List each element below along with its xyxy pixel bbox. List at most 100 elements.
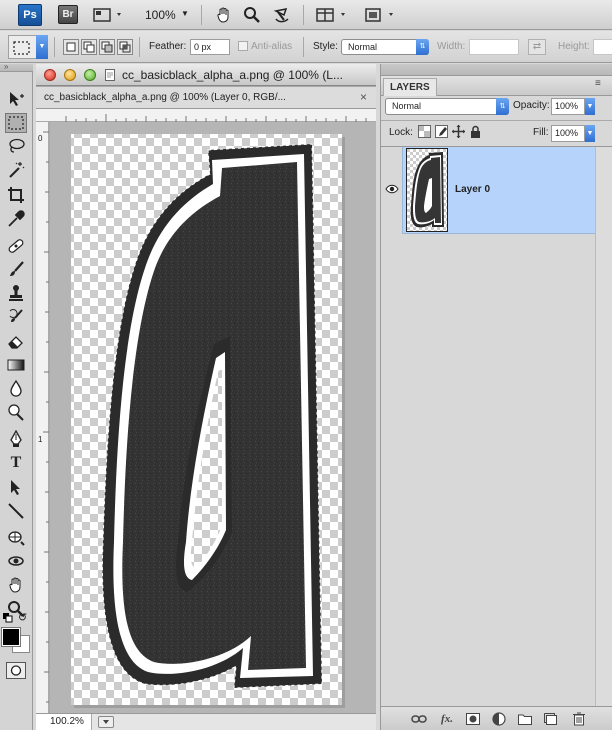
line-tool-icon[interactable] <box>5 501 27 521</box>
opacity-input[interactable]: 100% <box>551 98 585 115</box>
screen-mode-button[interactable] <box>364 5 398 25</box>
marquee-tool-icon[interactable] <box>5 113 27 133</box>
document-tab[interactable]: cc_basicblack_alpha_a.png @ 100% (Layer … <box>36 87 376 109</box>
lock-image-pixels-icon[interactable] <box>435 125 448 138</box>
document-proxy-icon <box>105 69 115 81</box>
horizontal-ruler[interactable] <box>36 109 376 122</box>
antialias-checkbox[interactable] <box>238 41 248 51</box>
layer-style-icon[interactable]: fx. <box>439 712 455 726</box>
lock-position-icon[interactable] <box>452 125 465 138</box>
panel-header: LAYERS ≡ <box>381 76 612 96</box>
path-selection-tool-icon[interactable] <box>5 477 27 497</box>
eyedropper-tool-icon[interactable] <box>5 209 27 229</box>
gradient-tool-icon[interactable] <box>5 355 27 375</box>
status-menu-icon[interactable] <box>98 716 114 728</box>
feather-input[interactable]: 0 px <box>190 39 230 55</box>
blend-mode-dropdown-icon: ⇅ <box>496 98 509 115</box>
panel-grip[interactable] <box>381 64 612 76</box>
delete-layer-icon[interactable] <box>571 712 587 726</box>
blur-tool-icon[interactable] <box>5 378 27 398</box>
foreground-color-swatch[interactable] <box>1 627 21 647</box>
options-bar: ▼ Feather: 0 px Anti-alias Style: Normal… <box>0 31 612 63</box>
magic-wand-tool-icon[interactable] <box>5 160 27 180</box>
style-dropdown-icon: ⇅ <box>416 39 429 55</box>
adjustment-layer-icon[interactable] <box>491 712 507 726</box>
brush-tool-icon[interactable] <box>5 259 27 279</box>
close-window-icon[interactable] <box>44 69 56 81</box>
rotate-view-icon[interactable] <box>271 5 293 25</box>
collapse-icon[interactable]: » <box>4 62 8 71</box>
zoom-level[interactable]: 100% <box>145 8 176 22</box>
layers-panel: LAYERS ≡ Normal ⇅ Opacity: 100% ▼ Lock: … <box>380 64 612 730</box>
3d-rotate-tool-icon[interactable] <box>5 527 27 547</box>
status-bar: 100.2% <box>36 713 376 730</box>
add-to-selection-icon[interactable] <box>81 39 97 55</box>
new-group-icon[interactable] <box>517 712 533 726</box>
fill-dropdown-icon[interactable]: ▼ <box>585 125 595 142</box>
new-selection-icon[interactable] <box>63 39 79 55</box>
arrange-documents-icon <box>316 8 345 22</box>
lock-all-icon[interactable] <box>469 125 482 138</box>
document-window-title: cc_basicblack_alpha_a.png @ 100% (L... <box>122 68 343 82</box>
panel-menu-icon[interactable]: ≡ <box>595 78 601 89</box>
zoom-status[interactable]: 100.2% <box>36 714 92 730</box>
lock-transparency-icon[interactable] <box>418 125 431 138</box>
subtract-from-selection-icon[interactable] <box>99 39 115 55</box>
opacity-dropdown-icon[interactable]: ▼ <box>585 98 595 115</box>
layer-thumbnail-image <box>407 149 447 231</box>
healing-brush-tool-icon[interactable] <box>5 236 27 256</box>
hand-tool-icon[interactable] <box>214 5 234 25</box>
blend-mode-value: Normal <box>392 101 422 111</box>
history-brush-tool-icon[interactable] <box>5 307 27 327</box>
pen-tool-icon[interactable] <box>5 429 27 449</box>
vertical-ruler[interactable]: 0 1 <box>36 122 49 713</box>
style-select-value: Normal <box>348 42 378 52</box>
style-select[interactable]: Normal ⇅ <box>341 39 429 55</box>
zoom-window-icon[interactable] <box>84 69 96 81</box>
visibility-column <box>381 147 403 234</box>
toolbox-grip[interactable]: » <box>0 62 33 72</box>
toolbox: » T ↺ <box>0 62 33 730</box>
link-layers-icon[interactable] <box>411 712 427 726</box>
hand-tool-icon[interactable] <box>5 575 27 595</box>
minimize-window-icon[interactable] <box>64 69 76 81</box>
zoom-dropdown-icon[interactable]: ▼ <box>181 9 189 18</box>
type-tool-icon[interactable]: T <box>5 453 27 473</box>
add-mask-icon[interactable] <box>465 712 481 726</box>
quick-mask-icon[interactable] <box>6 662 26 679</box>
fill-input[interactable]: 100% <box>551 125 585 142</box>
eraser-tool-icon[interactable] <box>5 331 27 351</box>
arrange-documents-button[interactable] <box>316 5 350 25</box>
application-bar: Ps Br 100% ▼ <box>0 0 612 30</box>
zoom-tool-icon[interactable] <box>242 5 262 25</box>
clone-stamp-tool-icon[interactable] <box>5 283 27 303</box>
width-input[interactable] <box>469 39 519 55</box>
layers-tab[interactable]: LAYERS <box>383 78 437 96</box>
selection-mode-group <box>63 39 133 55</box>
new-layer-icon[interactable] <box>543 712 559 726</box>
dodge-tool-icon[interactable] <box>5 402 27 422</box>
swap-colors-icon[interactable]: ↺ <box>18 611 27 624</box>
canvas-area[interactable] <box>50 122 376 713</box>
move-tool-icon[interactable] <box>5 89 27 109</box>
layers-scrollbar[interactable] <box>595 147 612 706</box>
layer-name[interactable]: Layer 0 <box>455 184 490 195</box>
lasso-tool-icon[interactable] <box>5 136 27 156</box>
swap-dimensions-icon[interactable]: ⇄ <box>528 39 546 55</box>
document-title-bar[interactable]: cc_basicblack_alpha_a.png @ 100% (L... <box>36 64 376 86</box>
layer-thumbnail[interactable] <box>406 148 448 232</box>
letter-a-artwork[interactable] <box>50 122 376 713</box>
height-input[interactable] <box>593 39 612 55</box>
eye-icon[interactable] <box>385 184 399 194</box>
tool-preset-picker[interactable]: ▼ <box>8 35 48 59</box>
preset-dropdown-icon[interactable]: ▼ <box>36 35 48 59</box>
close-tab-icon[interactable]: × <box>360 90 367 104</box>
blend-mode-select[interactable]: Normal ⇅ <box>385 98 509 115</box>
crop-tool-icon[interactable] <box>5 185 27 205</box>
bridge-button[interactable]: Br <box>58 5 78 24</box>
layer-row[interactable]: Layer 0 <box>381 147 595 234</box>
3d-orbit-tool-icon[interactable] <box>5 551 27 571</box>
view-extras-button[interactable] <box>93 5 125 25</box>
intersect-selection-icon[interactable] <box>117 39 133 55</box>
default-colors-icon[interactable] <box>3 613 13 623</box>
